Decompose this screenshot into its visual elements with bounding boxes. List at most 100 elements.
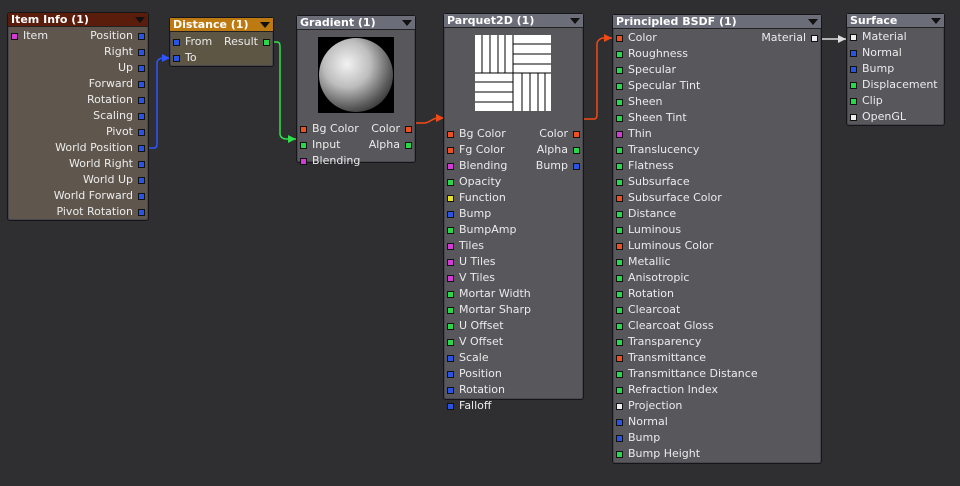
bsdf-input-projection[interactable]: Projection [613,398,821,414]
orange-socket-icon[interactable] [616,35,623,42]
bsdf-input-bump-height[interactable]: Bump Height [613,446,821,462]
principled-bsdf-node[interactable]: Principled BSDF (1) Color Material Rough… [612,14,822,464]
item-info-header[interactable]: Item Info (1) [8,13,148,27]
blue-socket-icon[interactable] [138,129,145,136]
bsdf-input-thin[interactable]: Thin [613,126,821,142]
surface-input-opengl[interactable]: OpenGL [847,109,944,125]
green-socket-icon[interactable] [616,227,623,234]
blue-socket-icon[interactable] [173,55,180,62]
green-socket-icon[interactable] [616,371,623,378]
parquet-input-position[interactable]: Position [444,366,583,382]
green-socket-icon[interactable] [300,142,307,149]
blue-socket-icon[interactable] [447,355,454,362]
orange-socket-icon[interactable] [405,126,412,133]
collapse-triangle-icon[interactable] [931,18,941,24]
blue-socket-icon[interactable] [447,403,454,410]
blue-socket-icon[interactable] [173,39,180,46]
orange-socket-icon[interactable] [300,126,307,133]
surface-input-bump[interactable]: Bump [847,61,944,77]
bsdf-input-distance[interactable]: Distance [613,206,821,222]
surface-input-displacement[interactable]: Displacement [847,77,944,93]
magenta-socket-icon[interactable] [447,163,454,170]
blue-socket-icon[interactable] [138,49,145,56]
green-socket-icon[interactable] [616,163,623,170]
green-socket-icon[interactable] [616,387,623,394]
bsdf-input-roughness[interactable]: Roughness [613,46,821,62]
principled-bsdf-header[interactable]: Principled BSDF (1) [613,15,821,29]
gradient-row-bgcolor[interactable]: Bg Color Color [297,121,415,137]
item-info-output-world-position[interactable]: World Position [8,140,148,156]
parquet-input-v-offset[interactable]: V Offset [444,334,583,350]
white-socket-icon[interactable] [850,34,857,41]
orange-socket-icon[interactable] [616,355,623,362]
gradient-row-input[interactable]: Input Alpha [297,137,415,153]
distance-header[interactable]: Distance (1) [170,18,273,32]
parquet-input-bump[interactable]: Bump [444,206,583,222]
surface-node[interactable]: Surface Material Normal Bump Displacemen… [846,13,945,126]
gradient-node[interactable]: Gradient (1) Bg Color Color Input Alpha [296,15,416,167]
parquet-row-fgcolor[interactable]: Fg Color Alpha [444,142,583,158]
magenta-socket-icon[interactable] [616,131,623,138]
green-socket-icon[interactable] [850,82,857,89]
green-socket-icon[interactable] [616,51,623,58]
parquet-input-u-offset[interactable]: U Offset [444,318,583,334]
item-info-output-forward[interactable]: Forward [8,76,148,92]
wire-result-to-input[interactable] [272,41,296,140]
blue-socket-icon[interactable] [447,371,454,378]
parquet-input-v-tiles[interactable]: V Tiles [444,270,583,286]
surface-header[interactable]: Surface [847,14,944,28]
bsdf-input-bump[interactable]: Bump [613,430,821,446]
surface-input-normal[interactable]: Normal [847,45,944,61]
surface-input-clip[interactable]: Clip [847,93,944,109]
item-info-output-rotation[interactable]: Rotation [8,92,148,108]
blue-socket-icon[interactable] [138,193,145,200]
item-info-output-world-right[interactable]: World Right [8,156,148,172]
parquet-input-bumpamp[interactable]: BumpAmp [444,222,583,238]
collapse-triangle-icon[interactable] [808,19,818,25]
wire-parquet-color-to-bsdf-color[interactable] [582,37,612,120]
green-socket-icon[interactable] [616,147,623,154]
parquet-input-tiles[interactable]: Tiles [444,238,583,254]
bsdf-input-translucency[interactable]: Translucency [613,142,821,158]
yellow-socket-icon[interactable] [447,195,454,202]
item-info-node[interactable]: Item Info (1) Item Position Right Up For… [7,12,149,221]
bsdf-input-specular[interactable]: Specular [613,62,821,78]
bsdf-input-transparency[interactable]: Transparency [613,334,821,350]
item-info-output-position[interactable]: Position [8,28,148,44]
bsdf-input-flatness[interactable]: Flatness [613,158,821,174]
bsdf-input-anisotropic[interactable]: Anisotropic [613,270,821,286]
green-socket-icon[interactable] [447,339,454,346]
parquet-input-function[interactable]: Function [444,190,583,206]
blue-socket-icon[interactable] [447,211,454,218]
green-socket-icon[interactable] [616,83,623,90]
parquet-row-blending[interactable]: Blending Bump [444,158,583,174]
blue-socket-icon[interactable] [138,161,145,168]
orange-socket-icon[interactable] [616,243,623,250]
item-info-output-scaling[interactable]: Scaling [8,108,148,124]
green-socket-icon[interactable] [616,307,623,314]
bsdf-input-subsurface[interactable]: Subsurface [613,174,821,190]
parquet-input-falloff[interactable]: Falloff [444,398,583,414]
blue-socket-icon[interactable] [138,177,145,184]
distance-node[interactable]: Distance (1) From Result To [169,17,274,67]
distance-row-from[interactable]: From Result [170,34,273,50]
magenta-socket-icon[interactable] [447,275,454,282]
magenta-socket-icon[interactable] [447,243,454,250]
green-socket-icon[interactable] [405,142,412,149]
blue-socket-icon[interactable] [138,209,145,216]
parquet-input-mortar-sharp[interactable]: Mortar Sharp [444,302,583,318]
green-socket-icon[interactable] [616,211,623,218]
parquet-row-bgcolor[interactable]: Bg Color Color [444,126,583,142]
bsdf-input-normal[interactable]: Normal [613,414,821,430]
blue-socket-icon[interactable] [138,145,145,152]
green-socket-icon[interactable] [616,323,623,330]
collapse-triangle-icon[interactable] [402,20,412,26]
bsdf-input-transmittance[interactable]: Transmittance [613,350,821,366]
bsdf-input-clearcoat-gloss[interactable]: Clearcoat Gloss [613,318,821,334]
parquet2d-node[interactable]: Parquet2D (1) Bg Color Color Fg Color Al… [443,13,584,412]
green-socket-icon[interactable] [616,451,623,458]
blue-socket-icon[interactable] [850,50,857,57]
green-socket-icon[interactable] [850,98,857,105]
surface-input-material[interactable]: Material [847,29,944,45]
blue-socket-icon[interactable] [138,81,145,88]
